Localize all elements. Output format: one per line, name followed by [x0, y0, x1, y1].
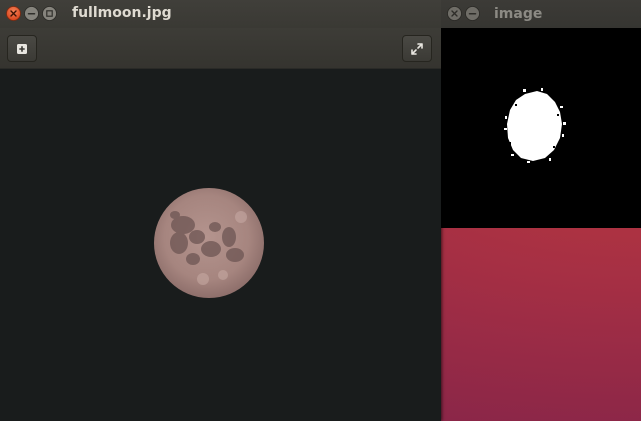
- add-icon: [17, 43, 27, 54]
- window-controls: [6, 6, 57, 21]
- minimize-icon[interactable]: [465, 6, 480, 21]
- viewer-titlebar[interactable]: fullmoon.jpg: [0, 0, 441, 28]
- mask-titlebar[interactable]: image: [441, 0, 641, 28]
- window-controls: [447, 6, 480, 21]
- image-canvas: [0, 69, 441, 421]
- close-icon[interactable]: [6, 6, 21, 21]
- moon-image: [154, 188, 264, 298]
- mask-blob: [504, 88, 566, 163]
- fullscreen-icon: [411, 42, 423, 55]
- maximize-icon[interactable]: [42, 6, 57, 21]
- mask-window: image: [441, 0, 641, 228]
- window-title: image: [494, 6, 543, 22]
- window-title: fullmoon.jpg: [72, 5, 172, 21]
- minimize-icon[interactable]: [24, 6, 39, 21]
- fullscreen-button[interactable]: [402, 35, 432, 62]
- close-icon[interactable]: [447, 6, 462, 21]
- viewer-toolbar: [0, 28, 441, 69]
- mask-canvas: [441, 28, 641, 228]
- image-viewer-window: fullmoon.jpg: [0, 0, 441, 421]
- add-button[interactable]: [7, 35, 37, 62]
